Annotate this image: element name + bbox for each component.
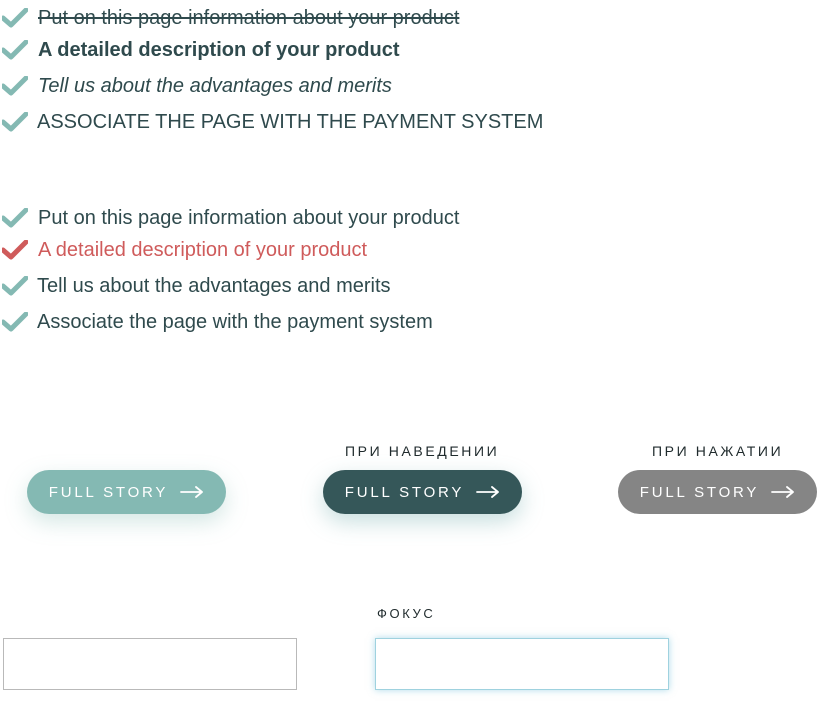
pressed-state-caption: ПРИ НАЖАТИИ: [652, 443, 784, 459]
arrow-right-icon: [476, 486, 500, 498]
list-item-label: Put on this page information about your …: [38, 207, 460, 229]
check-icon: [2, 40, 28, 60]
text-input[interactable]: [3, 638, 297, 690]
arrow-right-icon: [771, 486, 795, 498]
check-icon: [2, 8, 28, 28]
list-item-label: Tell us about the advantages and merits: [38, 75, 392, 97]
ui-kit-page: Put on this page information about your …: [0, 0, 823, 720]
list-item-label: Associate the page with the payment syst…: [37, 311, 433, 333]
check-icon: [2, 240, 28, 260]
button-label: FULL STORY: [639, 483, 760, 501]
arrow-right-icon: [180, 486, 204, 498]
list-item-label: Tell us about the advantages and merits: [37, 275, 391, 297]
focus-state-caption: ФОКУС: [377, 606, 436, 621]
text-input-focused[interactable]: [375, 638, 669, 690]
check-icon: [2, 276, 28, 296]
full-story-button[interactable]: FULL STORY: [27, 470, 226, 514]
full-story-button-hover[interactable]: FULL STORY: [323, 470, 522, 514]
check-icon: [2, 312, 28, 332]
check-icon: [2, 76, 28, 96]
check-icon: [2, 112, 28, 132]
list-item-label: Associate the page with the payment syst…: [37, 111, 544, 133]
check-icon: [2, 208, 28, 228]
list-item-label: A detailed description of your product: [38, 239, 368, 261]
button-label: FULL STORY: [344, 483, 465, 501]
button-label: FULL STORY: [48, 483, 169, 501]
hover-state-caption: ПРИ НАВЕДЕНИИ: [345, 443, 500, 459]
list-item-label: A detailed description of your product: [38, 39, 400, 61]
list-item-label: Put on this page information about your …: [38, 7, 460, 29]
full-story-button-pressed[interactable]: FULL STORY: [618, 470, 817, 514]
